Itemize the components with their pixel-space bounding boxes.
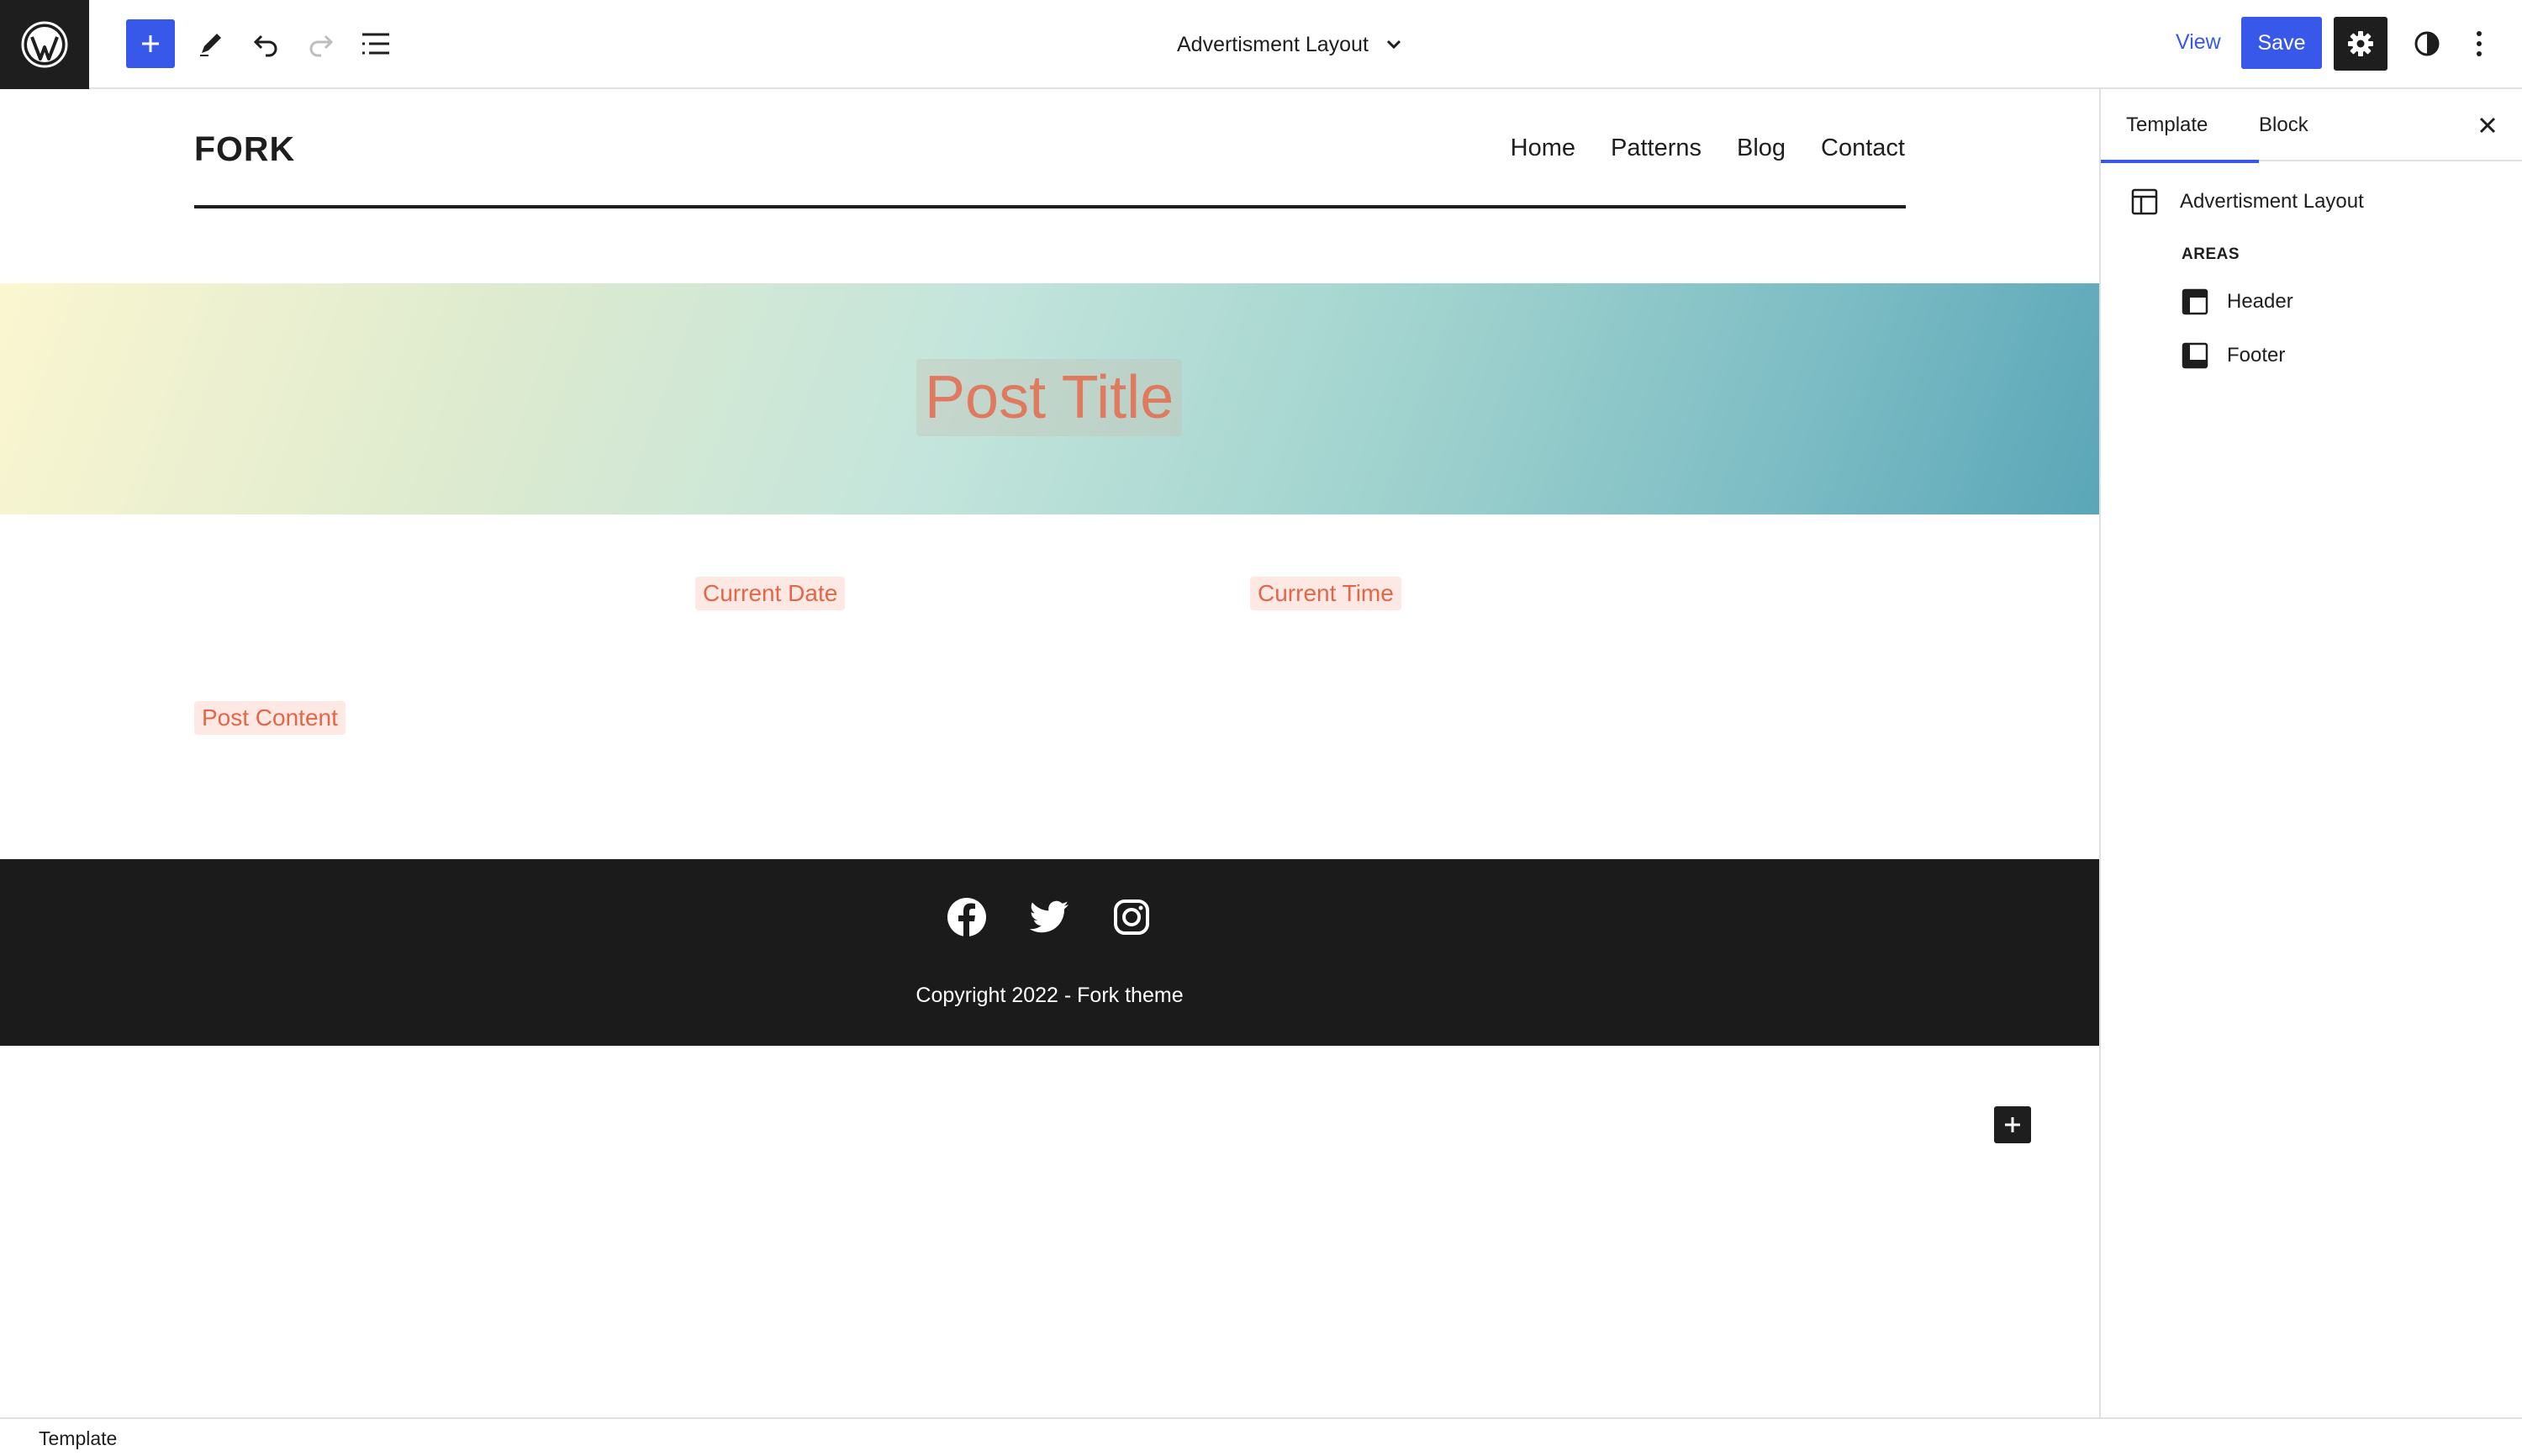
save-button[interactable]: Save [2241, 17, 2322, 69]
document-title-dropdown[interactable]: Advertisment Layout [1177, 0, 1402, 89]
sidebar-tabs: Template Block [2101, 89, 2522, 163]
half-circle-icon [2414, 31, 2440, 56]
add-block-inline-button[interactable] [1994, 1106, 2031, 1143]
header-separator [194, 205, 1906, 208]
site-title[interactable]: FORK [194, 129, 295, 169]
template-summary: Advertisment Layout [2131, 188, 2364, 215]
close-icon [2479, 117, 2496, 134]
wordpress-logo-icon [21, 21, 68, 68]
editor-toolbar: Advertisment Layout View Save [0, 0, 2522, 89]
area-item-header[interactable]: Header [2182, 288, 2293, 315]
areas-heading: AREAS [2182, 245, 2240, 263]
settings-sidebar: Template Block Advertisment Layout AREAS… [2099, 89, 2522, 1417]
plus-icon [142, 35, 159, 52]
current-date-block[interactable]: Current Date [695, 577, 846, 610]
pencil-icon [200, 34, 221, 56]
tab-block[interactable]: Block [2259, 89, 2308, 161]
site-footer[interactable]: Copyright 2022 - Fork theme [0, 859, 2099, 1046]
current-time-block[interactable]: Current Time [1250, 577, 1401, 610]
facebook-icon [947, 898, 986, 936]
footer-copyright: Copyright 2022 - Fork theme [915, 984, 1184, 1007]
post-title-cover[interactable]: Post Title [0, 283, 2099, 514]
edit-tool-button[interactable] [187, 19, 235, 68]
header-area-icon [2182, 288, 2208, 315]
redo-button[interactable] [296, 19, 345, 68]
block-breadcrumb-bar: Template [0, 1417, 2522, 1456]
instagram-icon [1114, 899, 1149, 935]
add-block-button[interactable] [126, 19, 175, 68]
nav-item-blog[interactable]: Blog [1737, 135, 1786, 162]
plus-icon [2005, 1117, 2020, 1132]
editor-canvas: FORK Home Patterns Blog Contact Post Tit… [0, 89, 2099, 1417]
styles-button[interactable] [2403, 19, 2451, 68]
gear-icon [2348, 31, 2373, 56]
nav-item-contact[interactable]: Contact [1821, 135, 1905, 162]
social-link-twitter[interactable] [1028, 896, 1070, 938]
vertical-ellipsis-icon [2477, 31, 2482, 56]
nav-item-home[interactable]: Home [1511, 135, 1575, 162]
post-title-block[interactable]: Post Title [916, 359, 1183, 436]
wordpress-logo-button[interactable] [0, 0, 89, 89]
area-item-label: Header [2227, 290, 2293, 313]
social-links [946, 896, 1153, 938]
options-button[interactable] [2455, 19, 2504, 68]
footer-area-icon [2182, 342, 2208, 369]
twitter-icon [1029, 900, 1068, 933]
nav-item-patterns[interactable]: Patterns [1611, 135, 1702, 162]
navigation-menu: Home Patterns Blog Contact [1511, 135, 1905, 162]
social-link-facebook[interactable] [946, 896, 988, 938]
undo-icon [253, 34, 277, 57]
undo-button[interactable] [242, 19, 291, 68]
tab-template[interactable]: Template [2101, 89, 2259, 163]
area-item-label: Footer [2227, 344, 2286, 367]
layout-icon [2131, 188, 2158, 215]
area-item-footer[interactable]: Footer [2182, 342, 2285, 369]
breadcrumb-template[interactable]: Template [39, 1427, 117, 1450]
document-title: Advertisment Layout [1177, 32, 1369, 56]
template-name: Advertisment Layout [2180, 190, 2364, 213]
settings-button[interactable] [2334, 17, 2387, 71]
close-sidebar-button[interactable] [2470, 108, 2505, 143]
redo-icon [309, 34, 334, 57]
chevron-down-icon [1386, 40, 1401, 50]
social-link-instagram[interactable] [1111, 896, 1153, 938]
post-content-block[interactable]: Post Content [194, 701, 346, 735]
list-view-button[interactable] [351, 19, 400, 68]
view-button[interactable]: View [2176, 30, 2221, 55]
list-view-icon [362, 33, 389, 55]
